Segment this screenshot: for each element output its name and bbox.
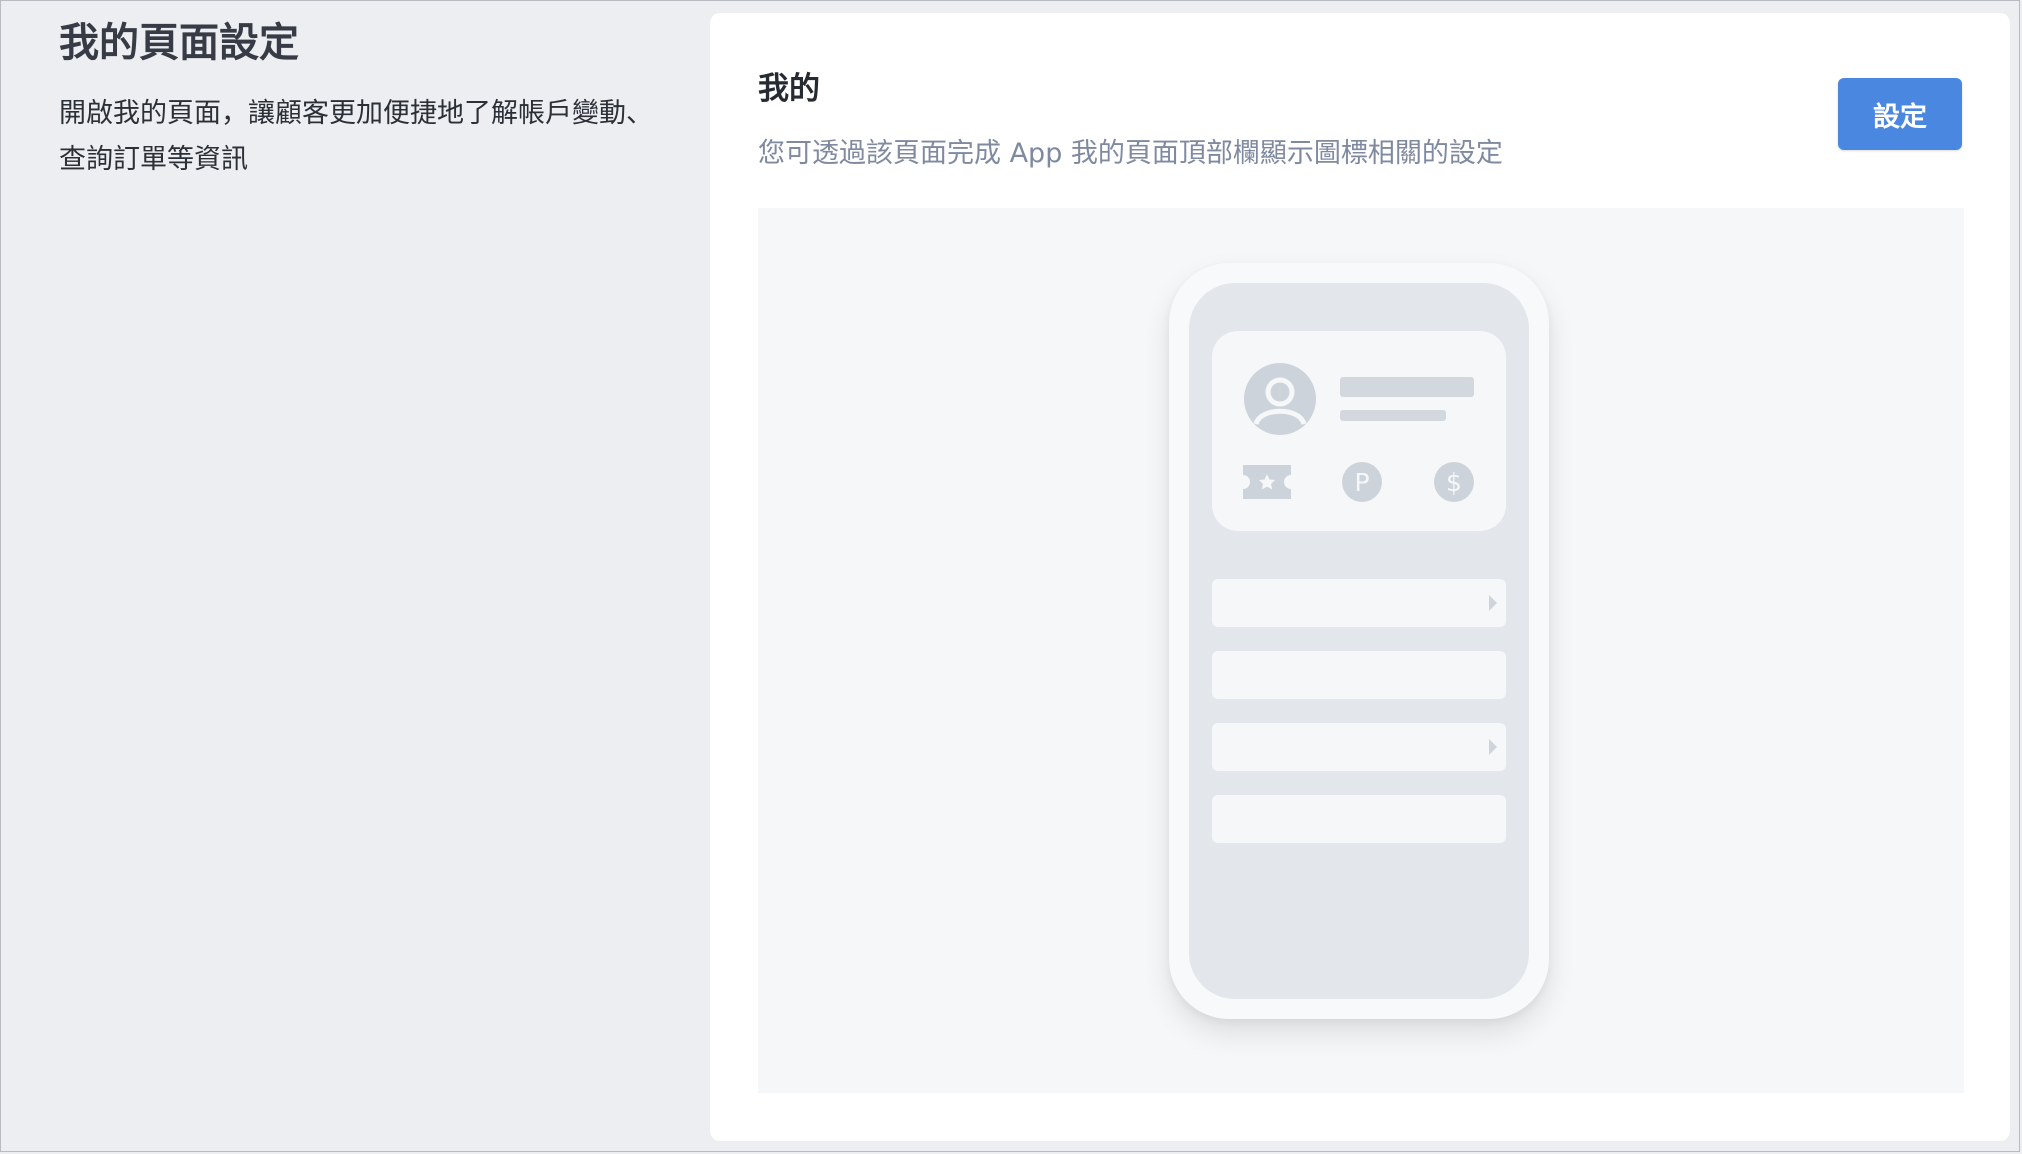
page-title: 我的頁面設定 bbox=[59, 20, 299, 66]
phone-screen: P $ bbox=[1189, 283, 1529, 999]
menu-row-placeholder bbox=[1212, 795, 1506, 843]
svg-text:$: $ bbox=[1446, 468, 1462, 497]
menu-row-placeholder bbox=[1212, 723, 1506, 771]
profile-card: P $ bbox=[1212, 331, 1506, 531]
ticket-star-icon bbox=[1243, 465, 1291, 499]
dollar-icon: $ bbox=[1434, 462, 1474, 502]
name-placeholder-bar bbox=[1340, 377, 1474, 397]
chevron-right-icon bbox=[1489, 595, 1497, 611]
chevron-right-icon bbox=[1489, 739, 1497, 755]
settings-intro: 我的頁面設定 開啟我的頁面，讓顧客更加便捷地了解帳戶變動、查詢訂單等資訊 bbox=[59, 15, 659, 183]
card-title: 我的 bbox=[758, 71, 820, 107]
profile-card-graphics: P $ bbox=[1243, 363, 1474, 502]
subtitle-placeholder-bar bbox=[1340, 410, 1446, 421]
menu-row-placeholder bbox=[1212, 579, 1506, 627]
menu-row-placeholder bbox=[1212, 651, 1506, 699]
page-description: 開啟我的頁面，讓顧客更加便捷地了解帳戶變動、查詢訂單等資訊 bbox=[59, 98, 653, 175]
points-p-icon: P bbox=[1342, 462, 1382, 502]
my-page-card: 我的 您可透過該頁面完成 App 我的頁面頂部欄顯示圖標相關的設定 設定 P $ bbox=[710, 13, 2010, 1141]
phone-mockup: P $ bbox=[1169, 263, 1549, 1019]
window-frame: 我的頁面設定 開啟我的頁面，讓顧客更加便捷地了解帳戶變動、查詢訂單等資訊 我的 … bbox=[0, 0, 2020, 1152]
avatar-icon bbox=[1244, 363, 1316, 435]
svg-text:P: P bbox=[1354, 468, 1369, 497]
card-description: 您可透過該頁面完成 App 我的頁面頂部欄顯示圖標相關的設定 bbox=[758, 138, 1503, 169]
phone-preview-area: P $ bbox=[758, 208, 1964, 1093]
settings-button[interactable]: 設定 bbox=[1838, 78, 1962, 150]
